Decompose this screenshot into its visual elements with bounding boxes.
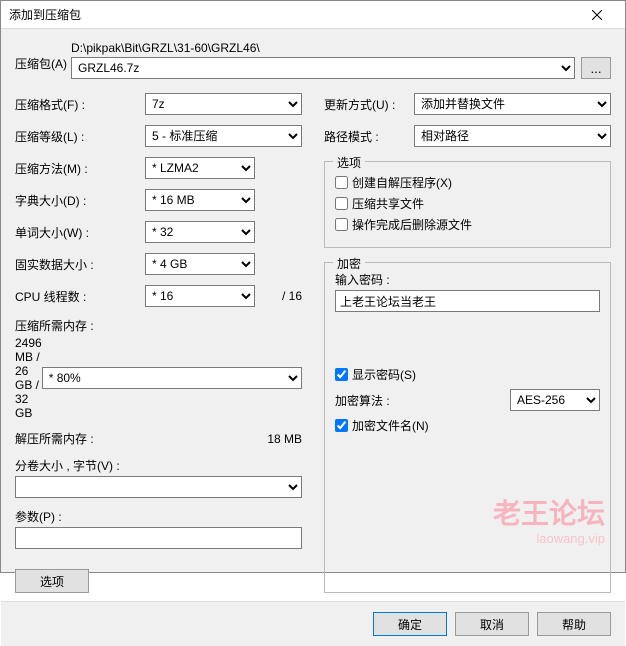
update-label: 更新方式(U) : (324, 96, 414, 113)
decompress-mem-value: 18 MB (145, 432, 302, 446)
cpu-select[interactable]: * 16 (145, 285, 255, 307)
shared-checkbox-row[interactable]: 压缩共享文件 (335, 195, 600, 212)
params-input[interactable] (15, 527, 302, 549)
window-title: 添加到压缩包 (9, 6, 577, 23)
solid-select[interactable]: * 4 GB (145, 253, 255, 275)
footer: 确定 取消 帮助 (1, 601, 625, 646)
compress-mem-label: 压缩所需内存 : (15, 317, 94, 334)
dict-label: 字典大小(D) : (15, 192, 145, 209)
encryption-legend: 加密 (333, 255, 365, 272)
solid-label: 固实数据大小 : (15, 256, 145, 273)
sfx-checkbox[interactable] (335, 176, 348, 189)
level-label: 压缩等级(L) : (15, 128, 145, 145)
sfx-label: 创建自解压程序(X) (352, 174, 452, 191)
cpu-total: / 16 (282, 289, 302, 303)
word-label: 单词大小(W) : (15, 224, 145, 241)
archive-filename-select[interactable]: GRZL46.7z (71, 57, 575, 79)
compress-mem-pct-select[interactable]: * 80% (42, 367, 302, 389)
delete-label: 操作完成后删除源文件 (352, 216, 472, 233)
dialog-window: 添加到压缩包 压缩包(A) D:\pikpak\Bit\GRZL\31-60\G… (0, 0, 626, 573)
shared-label: 压缩共享文件 (352, 195, 424, 212)
algo-label: 加密算法 : (335, 392, 510, 409)
split-select[interactable] (15, 476, 302, 498)
password-input[interactable] (335, 290, 600, 312)
help-button[interactable]: 帮助 (537, 612, 611, 636)
close-button[interactable] (577, 1, 617, 29)
encryption-fieldset: 加密 输入密码 : 显示密码(S) 加密算法 : AES-256 加密文件名( (324, 262, 611, 593)
cpu-label: CPU 线程数 : (15, 288, 145, 305)
archive-row: 压缩包(A) D:\pikpak\Bit\GRZL\31-60\GRZL46\ … (15, 41, 611, 79)
encrypt-names-label: 加密文件名(N) (352, 417, 429, 434)
params-label: 参数(P) : (15, 508, 302, 525)
pathmode-select[interactable]: 相对路径 (414, 125, 611, 147)
options-fieldset: 选项 创建自解压程序(X) 压缩共享文件 操作完成后删除源文件 (324, 161, 611, 248)
content-area: 压缩包(A) D:\pikpak\Bit\GRZL\31-60\GRZL46\ … (1, 29, 625, 601)
delete-checkbox-row[interactable]: 操作完成后删除源文件 (335, 216, 600, 233)
level-select[interactable]: 5 - 标准压缩 (145, 125, 302, 147)
right-column: 更新方式(U) : 添加并替换文件 路径模式 : 相对路径 选项 创建自解压程序… (324, 93, 611, 593)
browse-button[interactable]: ... (581, 57, 611, 79)
method-select[interactable]: * LZMA2 (145, 157, 255, 179)
word-select[interactable]: * 32 (145, 221, 255, 243)
algo-select[interactable]: AES-256 (510, 389, 600, 411)
delete-checkbox[interactable] (335, 218, 348, 231)
archive-label: 压缩包(A) (15, 41, 71, 72)
compress-mem-value: 2496 MB / 26 GB / 32 GB (15, 336, 42, 420)
show-password-row[interactable]: 显示密码(S) (335, 366, 600, 383)
options-legend: 选项 (333, 154, 365, 171)
archive-path: D:\pikpak\Bit\GRZL\31-60\GRZL46\ (71, 41, 611, 55)
dict-select[interactable]: * 16 MB (145, 189, 255, 211)
format-label: 压缩格式(F) : (15, 96, 145, 113)
left-column: 压缩格式(F) : 7z 压缩等级(L) : 5 - 标准压缩 压缩方法(M) … (15, 93, 302, 593)
format-select[interactable]: 7z (145, 93, 302, 115)
sfx-checkbox-row[interactable]: 创建自解压程序(X) (335, 174, 600, 191)
pathmode-label: 路径模式 : (324, 128, 414, 145)
close-icon (592, 10, 602, 20)
method-label: 压缩方法(M) : (15, 160, 145, 177)
update-select[interactable]: 添加并替换文件 (414, 93, 611, 115)
show-password-label: 显示密码(S) (352, 366, 416, 383)
ok-button[interactable]: 确定 (373, 612, 447, 636)
encrypt-names-checkbox[interactable] (335, 419, 348, 432)
decompress-mem-label: 解压所需内存 : (15, 430, 145, 447)
encrypt-names-row[interactable]: 加密文件名(N) (335, 417, 600, 434)
titlebar: 添加到压缩包 (1, 1, 625, 29)
columns: 压缩格式(F) : 7z 压缩等级(L) : 5 - 标准压缩 压缩方法(M) … (15, 93, 611, 593)
cancel-button[interactable]: 取消 (455, 612, 529, 636)
show-password-checkbox[interactable] (335, 368, 348, 381)
password-label: 输入密码 : (335, 271, 600, 288)
shared-checkbox[interactable] (335, 197, 348, 210)
split-label: 分卷大小 , 字节(V) : (15, 457, 302, 474)
